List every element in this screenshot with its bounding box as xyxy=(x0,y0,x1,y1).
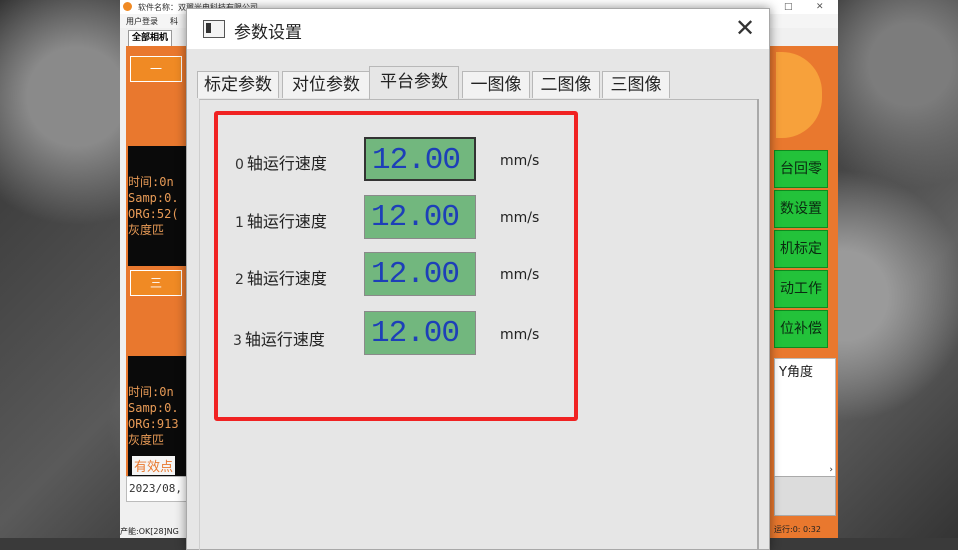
app-logo-icon xyxy=(123,2,132,11)
axis-1-label: 1 轴运行速度 xyxy=(235,212,327,231)
axis-2-speed-input[interactable]: 12.00 xyxy=(364,252,476,296)
axis-2-unit: mm/s xyxy=(500,267,540,283)
tab-image-3[interactable]: 三图像 xyxy=(602,71,670,98)
axis-0-speed-input[interactable]: 12.00 xyxy=(364,137,476,181)
axis-3-speed-input[interactable]: 12.00 xyxy=(364,311,476,355)
cam1-info-samp: Samp:0. xyxy=(128,191,179,205)
axis-1-unit: mm/s xyxy=(500,210,540,226)
tab-all-cameras[interactable]: 全部相机 xyxy=(128,30,173,47)
dialog-titlebar: 参数设置 ✕ xyxy=(187,9,769,49)
axis-3-unit: mm/s xyxy=(500,327,540,343)
app-close-icon[interactable]: ✕ xyxy=(816,2,824,12)
result-table: Y角度 › xyxy=(774,358,836,478)
cam1-info-time: 时间:0n xyxy=(128,175,174,189)
auto-work-button[interactable]: 动工作 xyxy=(774,270,828,308)
maximize-icon[interactable]: □ xyxy=(784,2,793,12)
status-left: 产能:OK[28]NG xyxy=(120,527,179,536)
axis-0-unit: mm/s xyxy=(500,153,540,169)
cam3-info-samp: Samp:0. xyxy=(128,401,179,415)
left-camera-panel: 一 时间:0n Samp:0. ORG:52( 灰度匹 三 时间:0n Samp… xyxy=(126,46,186,476)
table-header-y-angle: Y角度 xyxy=(779,365,813,380)
axis-3-label: 3 轴运行速度 xyxy=(233,330,325,349)
panel-divider xyxy=(757,99,759,549)
axis-1-speed-input[interactable]: 12.00 xyxy=(364,195,476,239)
camera-1-view: 时间:0n Samp:0. ORG:52( 灰度匹 xyxy=(128,146,186,266)
brand-logo xyxy=(776,52,822,138)
cam3-info-gray: 灰度匹 xyxy=(128,433,165,447)
camera-calibrate-button[interactable]: 机标定 xyxy=(774,230,828,268)
close-icon[interactable]: ✕ xyxy=(735,13,755,43)
camera-1-button[interactable]: 一 xyxy=(130,56,182,82)
status-right: 运行:0: 0:32 xyxy=(774,525,821,534)
cam1-info-org: ORG:52( xyxy=(128,207,179,221)
param-settings-button[interactable]: 数设置 xyxy=(774,190,828,228)
dialog-title: 参数设置 xyxy=(234,23,302,43)
cam3-info-org: ORG:913 xyxy=(128,417,179,431)
camera-3-button[interactable]: 三 xyxy=(130,270,182,296)
home-platform-button[interactable]: 台回零 xyxy=(774,150,828,188)
axis-0-label: 0 轴运行速度 xyxy=(235,154,327,173)
tab-image-2[interactable]: 二图像 xyxy=(532,71,600,98)
axis-2-label: 2 轴运行速度 xyxy=(235,269,327,288)
cam3-info-time: 时间:0n xyxy=(128,385,174,399)
menu-item-2[interactable]: 科 xyxy=(170,16,178,27)
dialog-window-icon xyxy=(203,20,225,38)
right-control-panel: 台回零 数设置 机标定 动工作 位补偿 Y角度 › 运行:0: 0:32 xyxy=(770,46,838,538)
right-gray-box xyxy=(774,476,836,516)
tab-calibration-params[interactable]: 标定参数 xyxy=(197,71,279,98)
param-settings-dialog: 参数设置 ✕ 标定参数 对位参数 平台参数 一图像 二图像 三图像 0 轴运行速度… xyxy=(186,8,770,550)
tab-platform-params[interactable]: 平台参数 xyxy=(369,66,459,99)
align-compensate-button[interactable]: 位补偿 xyxy=(774,310,828,348)
tab-alignment-params[interactable]: 对位参数 xyxy=(282,71,370,98)
scroll-right-icon[interactable]: › xyxy=(829,465,833,475)
date-field: 2023/08, xyxy=(126,476,190,502)
menu-user-login[interactable]: 用户登录 xyxy=(126,16,158,27)
valid-point-label: 有效点 xyxy=(132,456,176,475)
cam1-info-gray: 灰度匹 xyxy=(128,223,165,237)
tab-image-1[interactable]: 一图像 xyxy=(462,71,530,98)
